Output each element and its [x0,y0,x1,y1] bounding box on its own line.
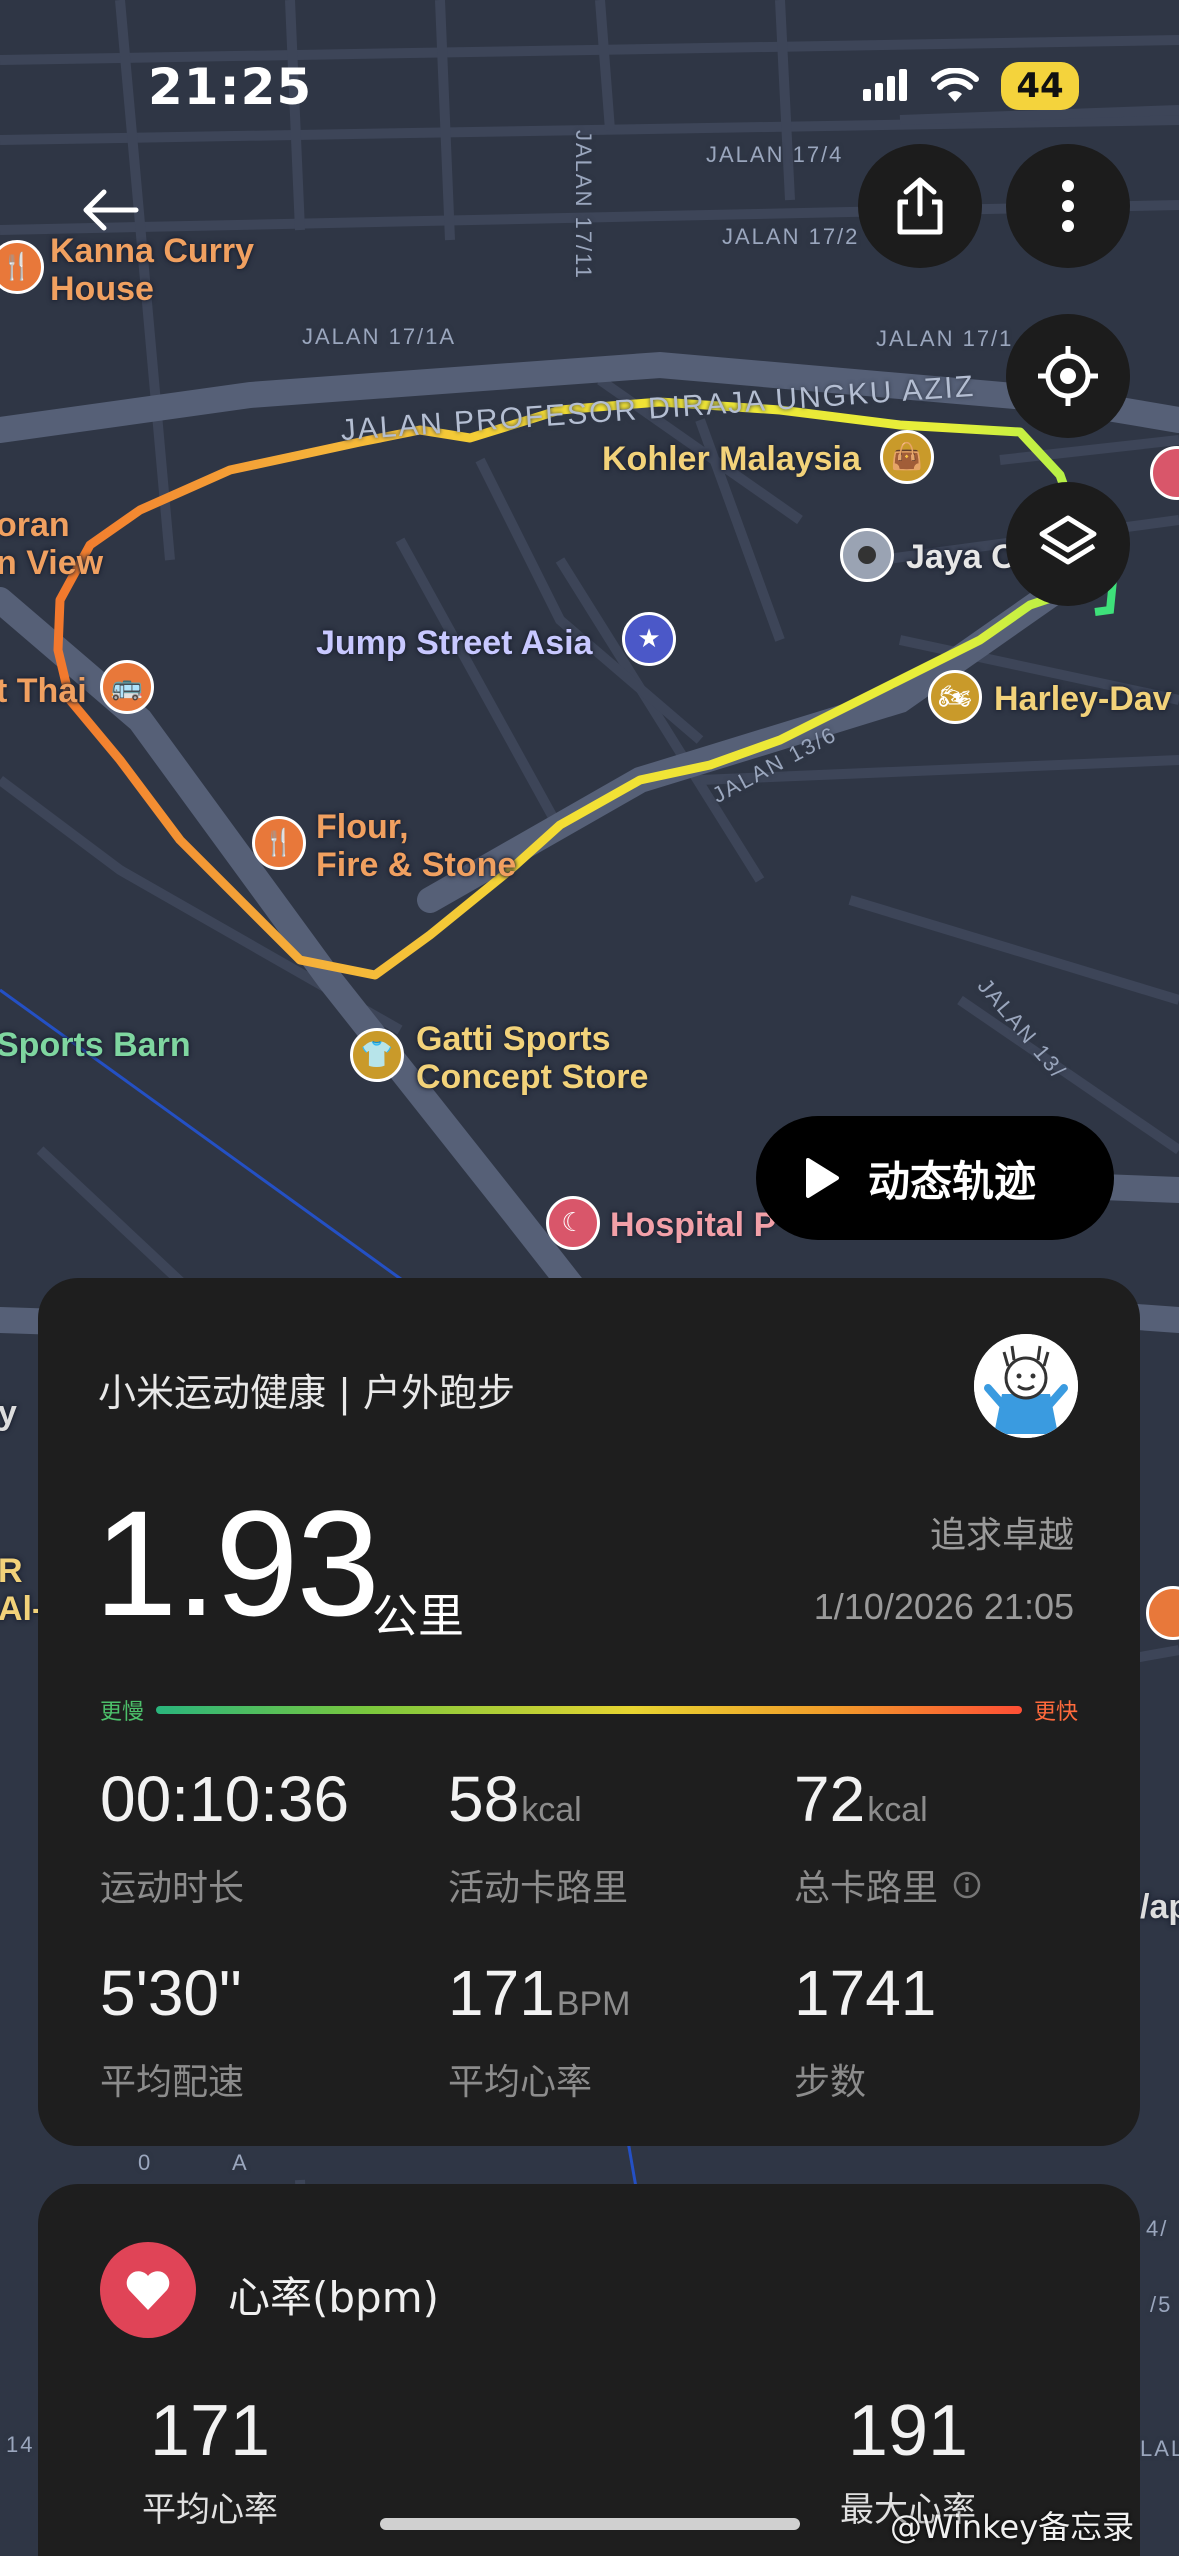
motto-text: 追求卓越 [929,1515,1074,1556]
shopping-bag-icon[interactable]: 👜 [880,430,934,484]
arrow-left-icon [83,189,139,231]
place-label[interactable]: oran n View [0,506,103,582]
place-label[interactable]: Sports Barn [0,1026,191,1064]
street-label: JALAN 17/1A [302,324,457,349]
street-label: JALAN 17/1 [876,326,1014,351]
stat-value: 72kcal [794,1763,928,1835]
motorcycle-icon[interactable]: 🏍 [928,670,982,724]
stat-duration: 00:10:36 运动时长 [100,1764,351,1911]
replay-track-button[interactable]: 动态轨迹 [756,1116,1114,1240]
stat-label: 活动卡路里 [448,1868,629,1909]
stat-label: 平均心率 [448,2062,593,2103]
home-indicator[interactable] [380,2518,800,2530]
street-label: JALAN 17/11 [571,130,596,281]
street-label: 0 [138,2150,153,2175]
stat-steps: 1741 步数 [794,1958,938,2105]
place-label[interactable]: Flour, Fire & Stone [316,808,516,884]
street-label: 14 [6,2432,35,2457]
pace-color-scale: 更慢 更快 [100,1690,1078,1726]
hr-avg: 171 平均心率 [80,2390,340,2531]
stat-value: 5'30" [100,1957,242,2029]
street-label: A [232,2150,249,2175]
stat-value: 1741 [794,1957,937,2029]
hr-avg-label: 平均心率 [142,2490,278,2530]
place-label[interactable]: R Al- [0,1552,43,1628]
stat-avg-heart-rate: 171BPM 平均心率 [448,1958,630,2105]
stat-active-calories: 58kcal 活动卡路里 [448,1764,628,1911]
layers-icon [1039,515,1097,565]
street-label: /5 [1150,2292,1173,2317]
locate-button[interactable] [1006,314,1130,438]
crosshair-icon [1038,346,1098,406]
street-label: 4/ [1146,2216,1169,2241]
place-label[interactable]: Gatti Sports Concept Store [416,1020,648,1096]
street-label: JALAN 17/2 [722,224,860,249]
avatar-image [974,1334,1078,1438]
pace-gradient-bar [156,1706,1022,1714]
more-vertical-icon [1062,180,1074,232]
street-label: JALAN 17/4 [706,142,844,167]
map-layers-button[interactable] [1006,482,1130,606]
shirt-icon[interactable]: 👕 [350,1028,404,1082]
hr-max-value: 191 [847,2391,969,2471]
hr-avg-value: 171 [149,2391,271,2471]
place-label[interactable]: Jump Street Asia [316,624,593,662]
place-label[interactable]: Jaya C [906,538,1016,576]
pace-fast-label: 更快 [1033,1700,1078,1725]
star-icon[interactable]: ★ [622,612,676,666]
workout-datetime: 1/10/2026 21:05 [813,1586,1074,1627]
distance-value: 1.93 [94,1479,380,1647]
stat-value: 00:10:36 [100,1763,350,1835]
bus-restaurant-icon[interactable]: 🚌 [100,660,154,714]
place-label[interactable]: t Thai [0,672,87,710]
wifi-icon [931,68,979,102]
signal-icon [863,69,907,101]
info-icon[interactable] [952,1870,982,1900]
stat-value: 171BPM [448,1957,631,2029]
stat-value: 58kcal [448,1763,582,1835]
stat-total-calories: 72kcal 总卡路里 [794,1764,982,1911]
workout-type-title: 小米运动健康 | 户外跑步 [98,1371,515,1415]
street-label: LAL [1140,2436,1179,2461]
back-button[interactable] [70,170,150,250]
place-label[interactable]: Harley-Dav [994,680,1172,718]
place-label[interactable]: Hospital P [610,1206,776,1244]
battery-indicator: 44 [1001,62,1079,110]
workout-summary-card: 小米运动健康 | 户外跑步 1.93 公里 追求卓越 1/10/2026 21:… [38,1278,1140,2146]
pace-slow-label: 更慢 [100,1700,145,1725]
heart-icon [100,2242,196,2338]
stat-label: 步数 [794,2062,867,2103]
status-icons: 44 [863,62,1079,110]
stat-avg-pace: 5'30" 平均配速 [100,1958,244,2105]
distance-unit: 公里 [372,1589,464,1643]
replay-track-label: 动态轨迹 [868,1156,1037,1206]
share-button[interactable] [858,144,982,268]
share-icon [897,177,943,235]
restaurant-icon[interactable]: 🍴 [252,816,306,870]
stat-label: 运动时长 [100,1868,245,1909]
hospital-icon[interactable]: ☾ [546,1196,600,1250]
more-options-button[interactable] [1006,144,1130,268]
place-label[interactable]: y [0,1394,17,1432]
status-time: 21:25 [148,58,313,116]
avatar[interactable] [974,1334,1078,1438]
place-label[interactable]: /ap [1140,1888,1179,1926]
location-dot-icon[interactable] [840,528,894,582]
place-label[interactable]: Kohler Malaysia [602,440,861,478]
heart-rate-card[interactable]: 心率(bpm) 171 平均心率 191 最大心率 [38,2184,1140,2556]
stat-label: 平均配速 [100,2062,245,2103]
play-icon [806,1158,839,1198]
stat-label: 总卡路里 [794,1859,982,1911]
watermark: @Winkey备忘录 [890,2508,1135,2546]
heart-rate-title: 心率(bpm) [228,2273,440,2322]
